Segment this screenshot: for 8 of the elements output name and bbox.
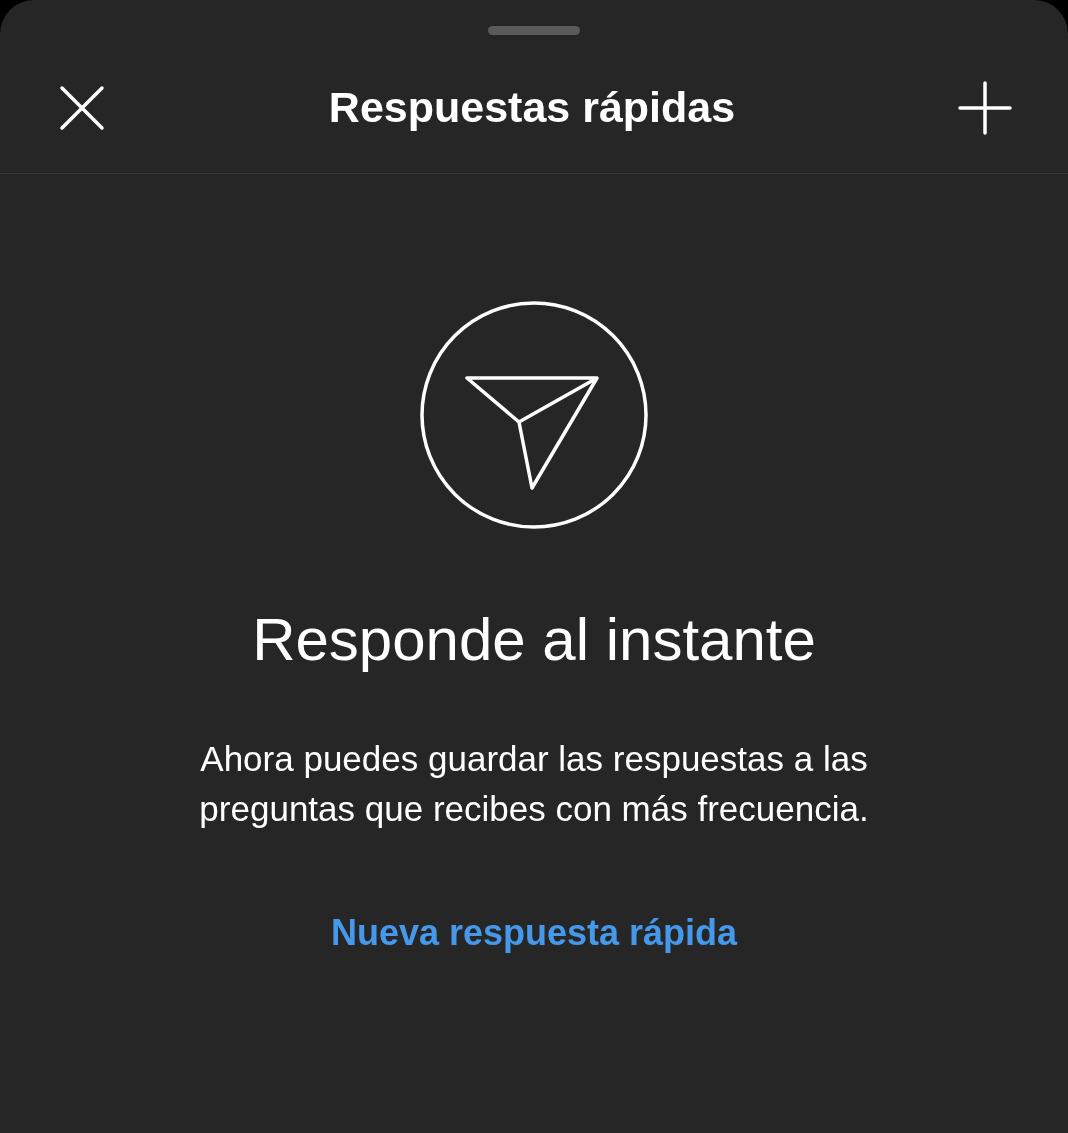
paper-plane-icon xyxy=(419,300,649,530)
close-button[interactable] xyxy=(58,83,106,132)
empty-state-description: Ahora puedes guardar las respuestas a las preguntas que recibes con más frecuencia. xyxy=(198,738,870,830)
new-quick-reply-link[interactable]: Nueva respuesta rápida xyxy=(330,912,738,954)
sheet-title: Respuestas rápidas xyxy=(328,83,736,132)
drag-handle[interactable] xyxy=(488,26,580,35)
add-button[interactable] xyxy=(958,80,1012,135)
empty-state-heading: Responde al instante xyxy=(252,605,816,675)
